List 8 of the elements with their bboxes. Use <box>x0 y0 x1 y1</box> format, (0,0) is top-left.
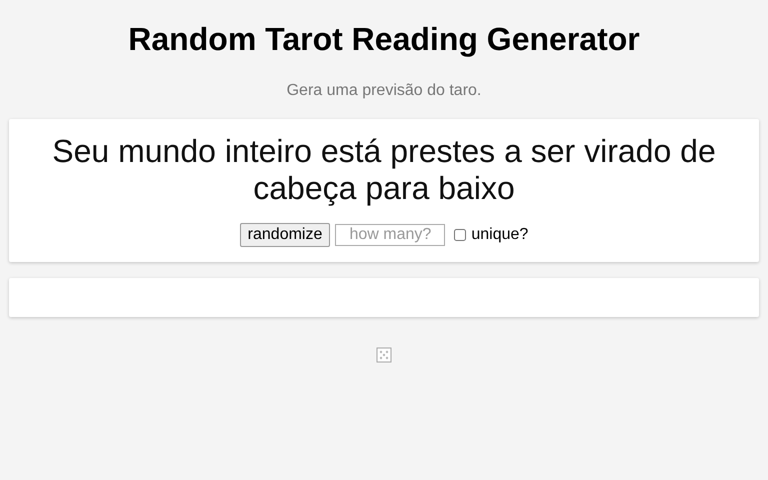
subtitle: Gera uma previsão do taro. <box>286 82 482 100</box>
count-field[interactable]: how many? <box>335 224 446 246</box>
randomize-button[interactable]: randomize <box>240 223 330 247</box>
dice-icon <box>376 347 392 363</box>
unique-checkbox[interactable] <box>454 229 466 241</box>
unique-label: unique? <box>471 226 528 244</box>
reading-text: Seu mundo inteiro está prestes a ser virado de cabeça para baixo <box>51 133 717 207</box>
page-title: Random Tarot Reading Generator <box>127 20 641 58</box>
